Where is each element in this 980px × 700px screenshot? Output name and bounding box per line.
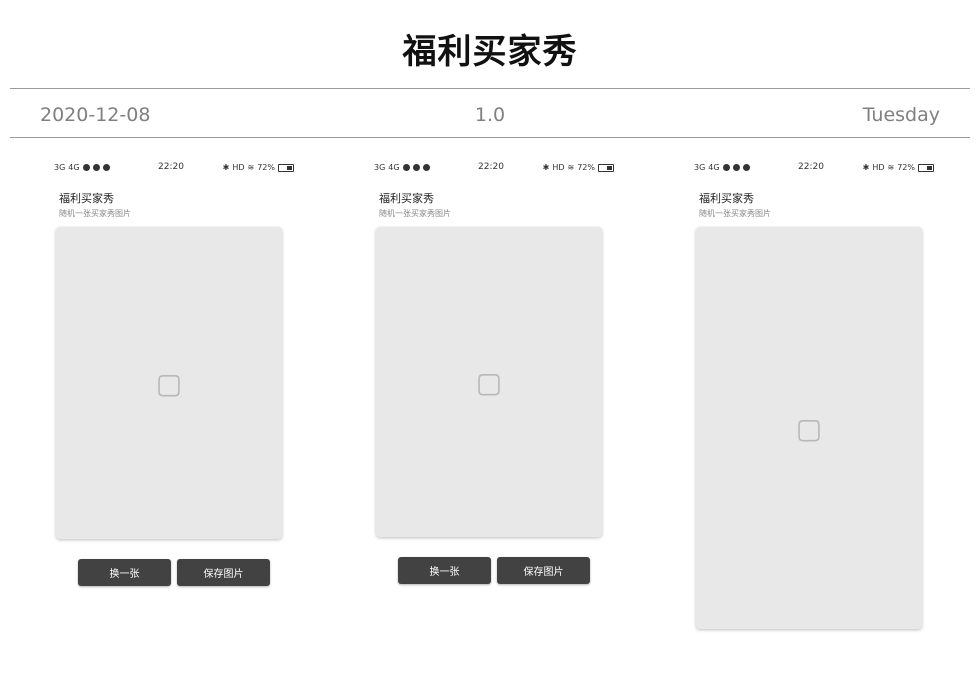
check-icon [412, 164, 420, 171]
app-title: 福利买家秀 [699, 192, 754, 205]
signal-3g-label: 3G [374, 163, 386, 172]
cloud-icon [742, 164, 750, 171]
version-label: 1.0 [474, 104, 506, 126]
check-icon [92, 164, 100, 171]
meta-divider [10, 137, 970, 138]
image-icon: ▢ [475, 365, 503, 399]
battery-icon [278, 163, 294, 172]
bluetooth-icon: ✱ [542, 163, 550, 172]
status-time: 22:20 [478, 162, 504, 172]
next-image-button[interactable]: 换一张 [78, 559, 171, 586]
top-divider [10, 88, 970, 89]
battery-icon [918, 163, 934, 172]
battery-level: 72% [577, 163, 595, 172]
signal-4g-label: 4G [388, 163, 400, 172]
status-bar: 3G 4G 22:20 ✱ HD ≋ 72% [374, 158, 614, 178]
status-bar: 3G 4G 22:20 ✱ HD ≋ 72% [694, 158, 934, 178]
hd-label: HD [552, 163, 565, 172]
phone-screenshot-3: 3G 4G 22:20 ✱ HD ≋ 72% 福利买家秀 随机一张买家秀图片 ▢ [694, 158, 934, 629]
image-icon: ▢ [155, 366, 183, 400]
app-subtitle: 随机一张买家秀图片 [699, 209, 771, 218]
signal-4g-label: 4G [708, 163, 720, 172]
hd-label: HD [872, 163, 885, 172]
check-icon [732, 164, 740, 171]
signal-3g-label: 3G [694, 163, 706, 172]
save-image-button[interactable]: 保存图片 [497, 557, 590, 584]
signal-3g-label: 3G [54, 163, 66, 172]
photo-placeholder: ▢ [376, 227, 602, 537]
app-title: 福利买家秀 [379, 192, 434, 205]
wifi-icon: ≋ [567, 163, 575, 172]
app-title: 福利买家秀 [59, 192, 114, 205]
weekday-label: Tuesday [862, 104, 940, 126]
cloud-icon [102, 164, 110, 171]
phone-screenshot-2: 3G 4G 22:20 ✱ HD ≋ 72% 福利买家秀 随机一张买家秀图片 ▢… [374, 158, 614, 584]
cloud-icon [422, 164, 430, 171]
battery-level: 72% [257, 163, 275, 172]
wifi-icon: ≋ [887, 163, 895, 172]
hd-label: HD [232, 163, 245, 172]
status-time: 22:20 [158, 162, 184, 172]
wifi-icon: ≋ [247, 163, 255, 172]
bluetooth-icon: ✱ [862, 163, 870, 172]
photo-placeholder: ▢ [56, 227, 282, 539]
app-subtitle: 随机一张买家秀图片 [59, 209, 131, 218]
battery-level: 72% [897, 163, 915, 172]
bluetooth-icon: ✱ [222, 163, 230, 172]
page-title: 福利买家秀 [402, 32, 578, 72]
phone-screenshot-1: 3G 4G 22:20 ✱ HD ≋ 72% 福利买家秀 随机一张买家秀图片 ▢… [54, 158, 294, 586]
notification-icon [82, 164, 90, 171]
battery-icon [598, 163, 614, 172]
image-icon: ▢ [795, 411, 823, 445]
photo-placeholder: ▢ [696, 227, 922, 629]
save-image-button[interactable]: 保存图片 [177, 559, 270, 586]
notification-icon [402, 164, 410, 171]
status-bar: 3G 4G 22:20 ✱ HD ≋ 72% [54, 158, 294, 178]
next-image-button[interactable]: 换一张 [398, 557, 491, 584]
status-time: 22:20 [798, 162, 824, 172]
notification-icon [722, 164, 730, 171]
signal-4g-label: 4G [68, 163, 80, 172]
app-subtitle: 随机一张买家秀图片 [379, 209, 451, 218]
